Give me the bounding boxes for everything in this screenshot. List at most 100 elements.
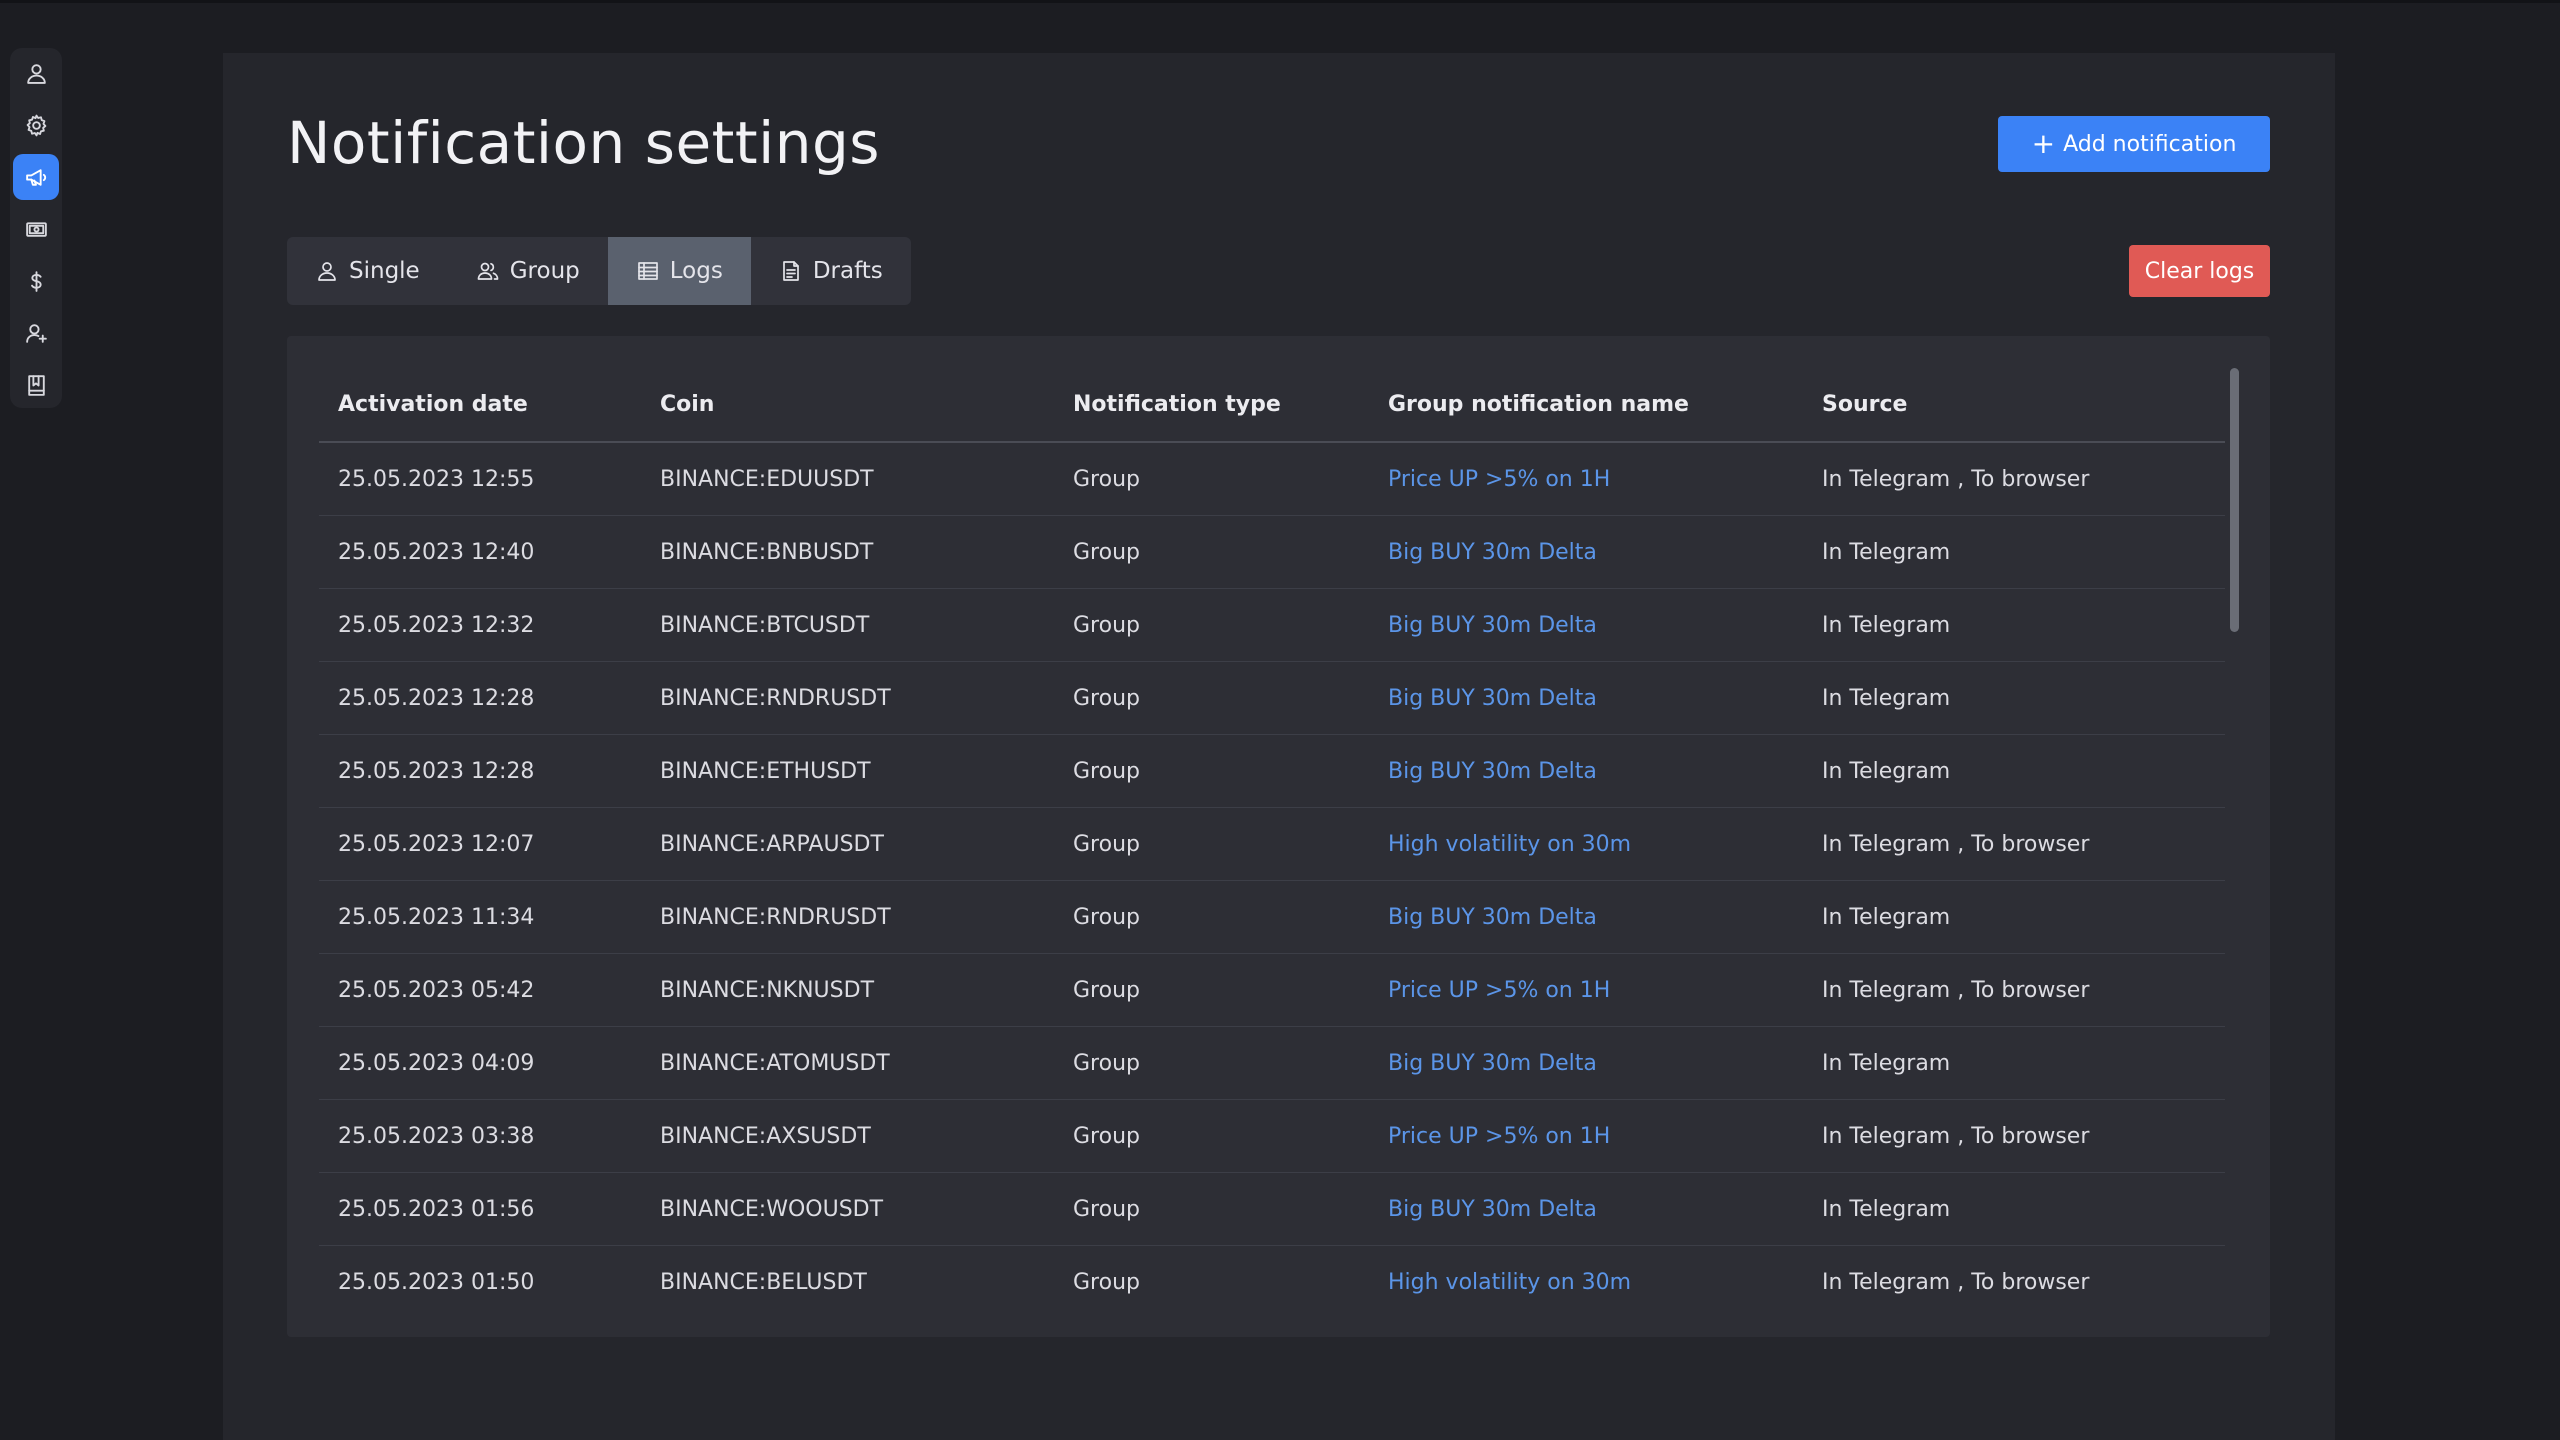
cell-coin: BINANCE:BNBUSDT	[660, 515, 1073, 589]
cell-type: Group	[1073, 1245, 1388, 1306]
cell-source: In Telegram , To browser	[1822, 953, 2225, 1027]
header-notification-type[interactable]: Notification type	[1073, 368, 1388, 443]
cell-date: 25.05.2023 03:38	[319, 1099, 660, 1173]
table-row: 25.05.2023 12:32 BINANCE:BTCUSDT Group Big …	[319, 588, 2225, 662]
table-row: 25.05.2023 12:28 BINANCE:RNDRUSDT Group Big…	[319, 661, 2225, 735]
table-row: 25.05.2023 01:56 BINANCE:WOOUSDT Group Big …	[319, 1172, 2225, 1246]
tab-bar: Single Group Logs Drafts	[287, 237, 911, 305]
add-notification-button[interactable]: + Add notification	[1998, 116, 2270, 172]
cell-date: 25.05.2023 01:56	[319, 1172, 660, 1246]
table-header-row: Activation date Coin Notification type G…	[319, 368, 2225, 443]
tab-label: Single	[349, 258, 420, 284]
group-notification-link[interactable]: Big BUY 30m Delta	[1388, 1197, 1597, 1222]
cell-type: Group	[1073, 1026, 1388, 1100]
tab-single[interactable]: Single	[287, 237, 448, 305]
sidebar-item-notifications[interactable]	[13, 154, 59, 200]
book-icon	[27, 374, 45, 396]
cell-type: Group	[1073, 588, 1388, 662]
cell-source: In Telegram , To browser	[1822, 1245, 2225, 1306]
cell-date: 25.05.2023 01:50	[319, 1245, 660, 1306]
logs-table-panel: Activation date Coin Notification type G…	[287, 336, 2270, 1337]
group-notification-link[interactable]: Big BUY 30m Delta	[1388, 905, 1597, 930]
table-row: 25.05.2023 12:07 BINANCE:ARPAUSDT Group Hig…	[319, 807, 2225, 881]
table-row: 25.05.2023 12:55 BINANCE:EDUUSDT Group Pric…	[319, 442, 2225, 516]
table-row: 25.05.2023 03:38 BINANCE:AXSUSDT Group Pric…	[319, 1099, 2225, 1173]
group-notification-link[interactable]: Price UP >5% on 1H	[1388, 1124, 1610, 1149]
tab-label: Logs	[669, 258, 723, 284]
table-row: 25.05.2023 05:42 BINANCE:NKNUSDT Group Pric…	[319, 953, 2225, 1027]
group-notification-link[interactable]: Big BUY 30m Delta	[1388, 613, 1597, 638]
group-notification-link[interactable]: High volatility on 30m	[1388, 832, 1631, 857]
group-notification-link[interactable]: High volatility on 30m	[1388, 1270, 1631, 1295]
tab-label: Drafts	[812, 258, 883, 284]
megaphone-icon	[25, 168, 46, 186]
header-source[interactable]: Source	[1822, 368, 2225, 443]
table-scrollbar[interactable]	[2227, 368, 2241, 1306]
cell-coin: BINANCE:EDUUSDT	[660, 442, 1073, 516]
group-notification-link[interactable]: Big BUY 30m Delta	[1388, 540, 1597, 565]
cell-date: 25.05.2023 12:07	[319, 807, 660, 881]
scrollbar-thumb[interactable]	[2230, 368, 2239, 632]
table-row: 25.05.2023 01:50 BINANCE:BELUSDT Group High…	[319, 1245, 2225, 1306]
cell-coin: BINANCE:NKNUSDT	[660, 953, 1073, 1027]
user-icon	[26, 63, 46, 84]
cell-date: 25.05.2023 12:32	[319, 588, 660, 662]
sidebar-item-pricing[interactable]	[13, 258, 59, 304]
cell-date: 25.05.2023 11:34	[319, 880, 660, 954]
sidebar-item-docs[interactable]	[13, 362, 59, 408]
cell-date: 25.05.2023 05:42	[319, 953, 660, 1027]
tab-logs[interactable]: Logs	[607, 237, 751, 305]
plus-icon: +	[2031, 127, 2056, 160]
cell-source: In Telegram	[1822, 588, 2225, 662]
header-coin[interactable]: Coin	[660, 368, 1073, 443]
users-icon	[477, 262, 499, 280]
cell-coin: BINANCE:ETHUSDT	[660, 734, 1073, 808]
tab-drafts[interactable]: Drafts	[751, 237, 911, 305]
add-notification-label: Add notification	[2063, 131, 2237, 157]
cell-type: Group	[1073, 515, 1388, 589]
tab-group[interactable]: Group	[448, 237, 608, 305]
cell-type: Group	[1073, 661, 1388, 735]
page-title: Notification settings	[287, 109, 881, 177]
cell-type: Group	[1073, 734, 1388, 808]
cell-type: Group	[1073, 807, 1388, 881]
cell-source: In Telegram , To browser	[1822, 442, 2225, 516]
cell-source: In Telegram	[1822, 880, 2225, 954]
group-notification-link[interactable]: Big BUY 30m Delta	[1388, 1051, 1597, 1076]
cell-type: Group	[1073, 880, 1388, 954]
window-top-border	[0, 0, 2560, 3]
sidebar	[10, 48, 62, 408]
group-notification-link[interactable]: Price UP >5% on 1H	[1388, 978, 1610, 1003]
cell-type: Group	[1073, 442, 1388, 516]
dollar-icon	[30, 270, 42, 292]
header-group-notification-name[interactable]: Group notification name	[1388, 368, 1822, 443]
cell-coin: BINANCE:WOOUSDT	[660, 1172, 1073, 1246]
user-plus-icon	[25, 323, 47, 343]
cell-source: In Telegram	[1822, 661, 2225, 735]
clear-logs-button[interactable]: Clear logs	[2129, 245, 2270, 297]
header-activation-date[interactable]: Activation date	[319, 368, 660, 443]
cell-type: Group	[1073, 1172, 1388, 1246]
banknote-icon	[25, 221, 47, 237]
cell-source: In Telegram	[1822, 515, 2225, 589]
cell-source: In Telegram , To browser	[1822, 1099, 2225, 1173]
cell-coin: BINANCE:BTCUSDT	[660, 588, 1073, 662]
table-row: 25.05.2023 04:09 BINANCE:ATOMUSDT Group Big…	[319, 1026, 2225, 1100]
cell-coin: BINANCE:RNDRUSDT	[660, 880, 1073, 954]
logs-table-scroll[interactable]: Activation date Coin Notification type G…	[319, 368, 2225, 1306]
group-notification-link[interactable]: Price UP >5% on 1H	[1388, 467, 1610, 492]
cell-date: 25.05.2023 04:09	[319, 1026, 660, 1100]
main-panel: Notification settings + Add notification…	[223, 53, 2335, 1440]
group-notification-link[interactable]: Big BUY 30m Delta	[1388, 759, 1597, 784]
sidebar-item-referrals[interactable]	[13, 310, 59, 356]
cell-source: In Telegram	[1822, 1026, 2225, 1100]
cell-coin: BINANCE:ATOMUSDT	[660, 1026, 1073, 1100]
document-icon	[782, 261, 799, 281]
group-notification-link[interactable]: Big BUY 30m Delta	[1388, 686, 1597, 711]
sidebar-item-billing[interactable]	[13, 206, 59, 252]
cell-coin: BINANCE:BELUSDT	[660, 1245, 1073, 1306]
sidebar-item-profile[interactable]	[13, 50, 59, 96]
sidebar-item-settings[interactable]	[13, 102, 59, 148]
tab-label: Group	[509, 258, 580, 284]
cell-coin: BINANCE:RNDRUSDT	[660, 661, 1073, 735]
